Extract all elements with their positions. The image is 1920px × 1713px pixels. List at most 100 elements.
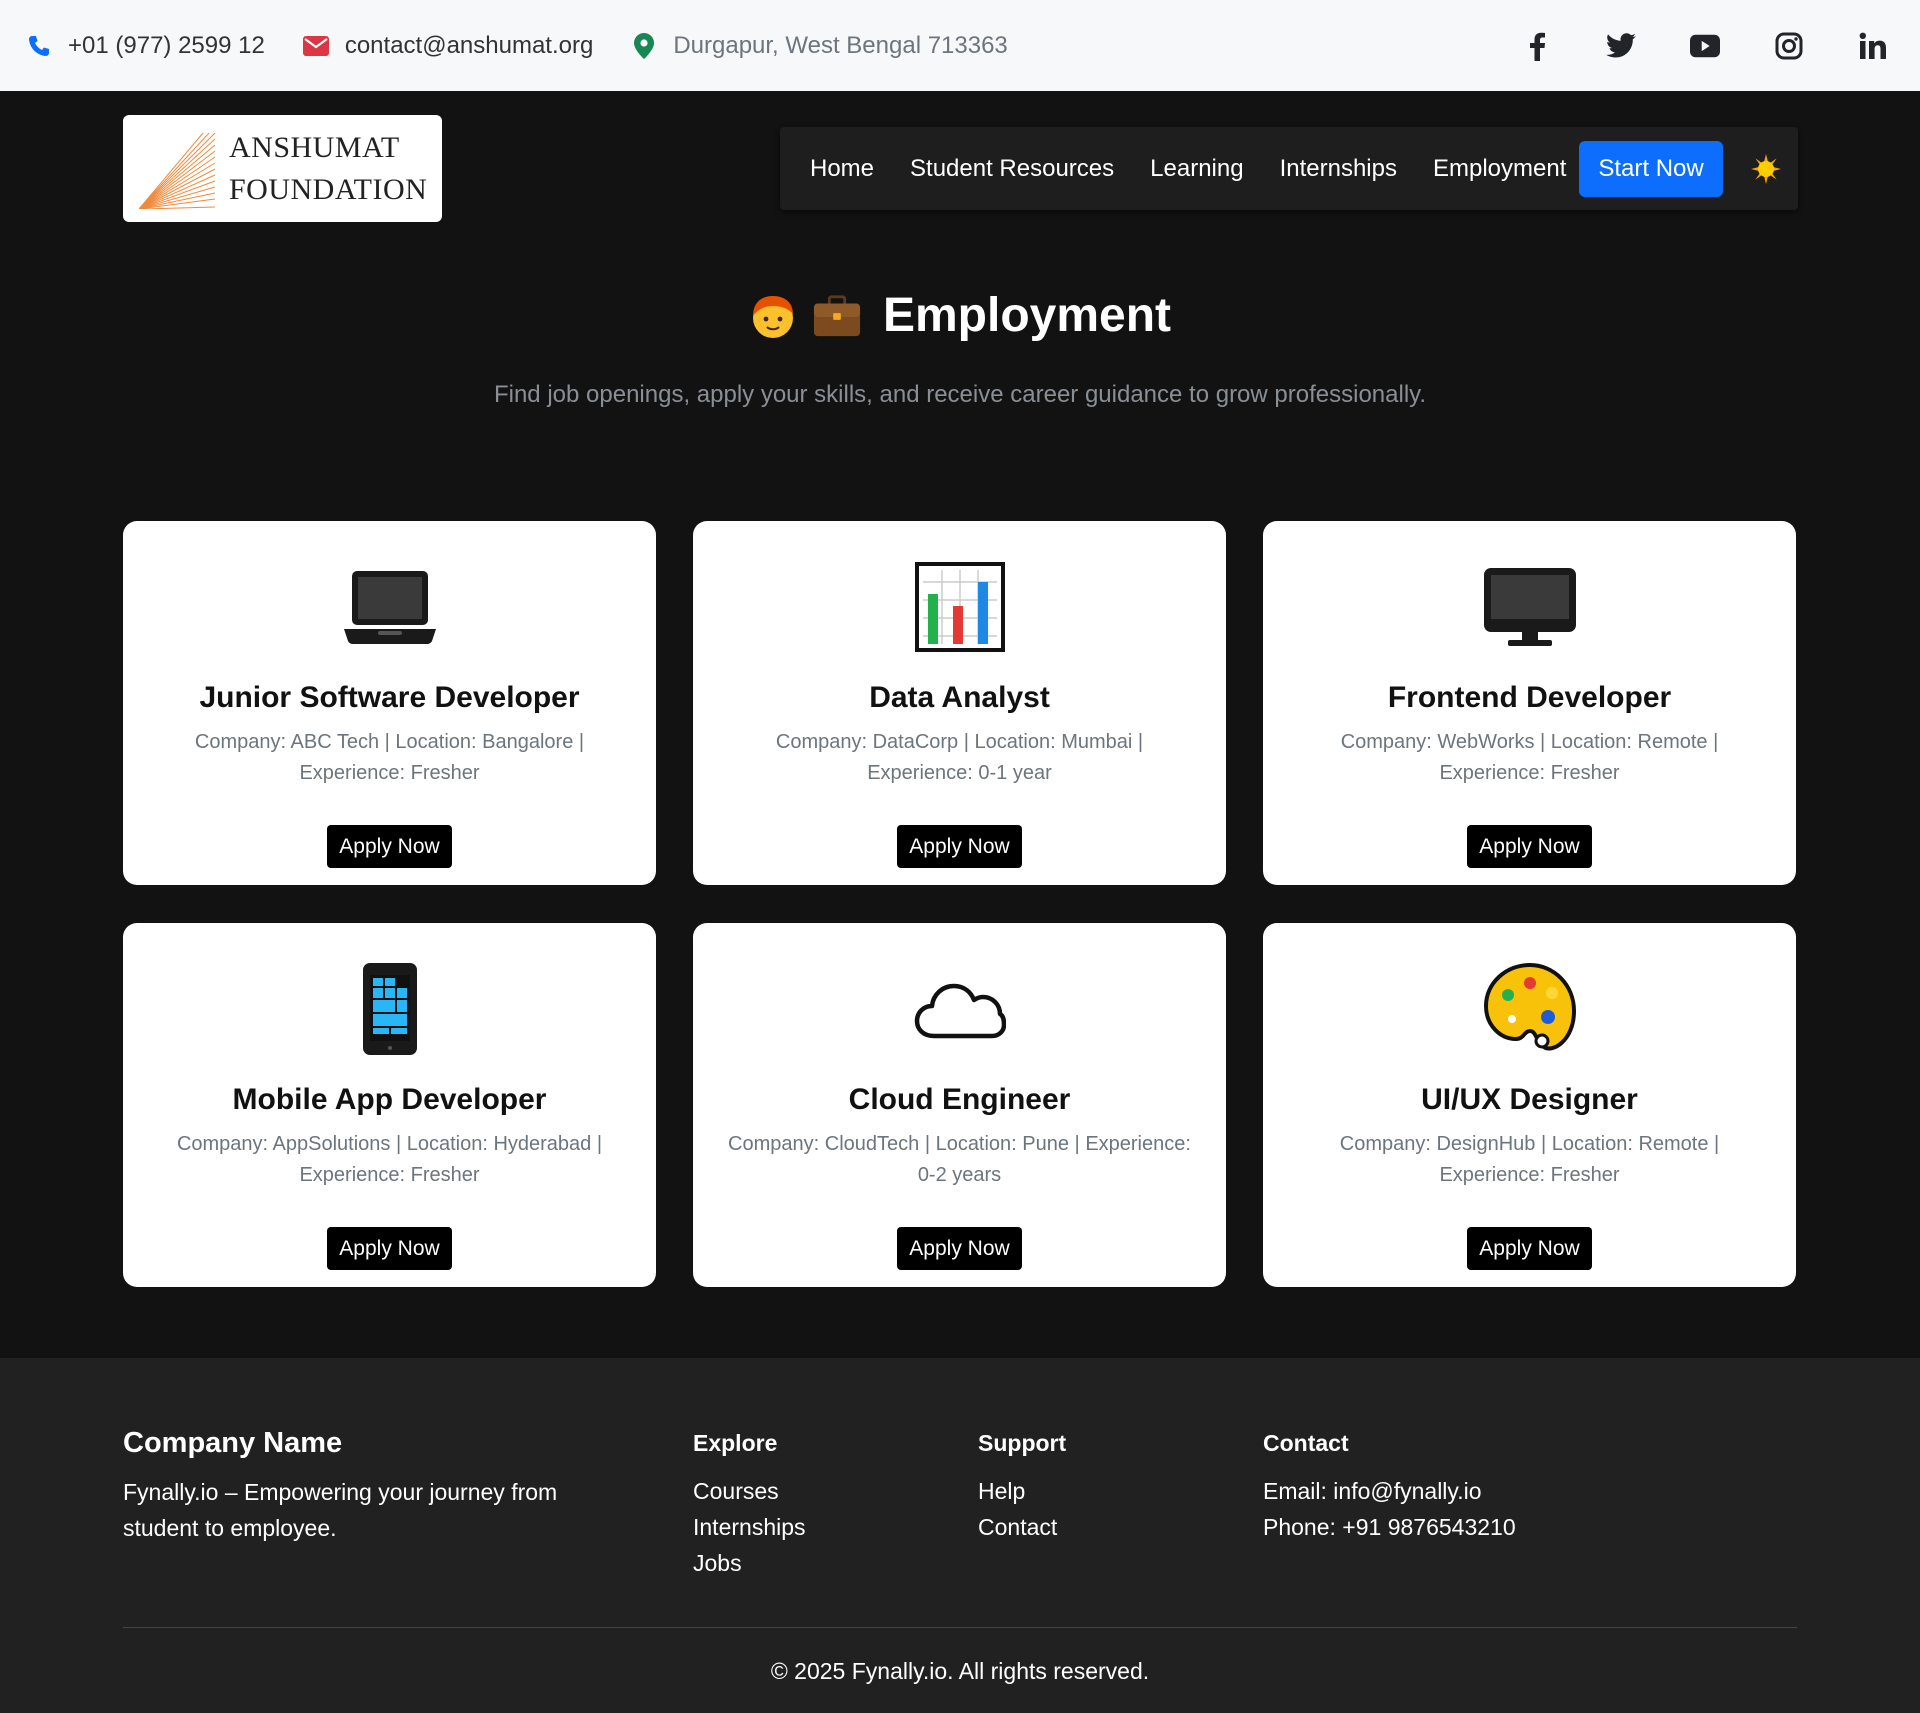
linkedin-icon[interactable]: [1858, 31, 1888, 61]
footer-link-help[interactable]: Help: [978, 1478, 1025, 1504]
phone-contact[interactable]: +01 (977) 2599 12: [26, 32, 265, 60]
apply-now-button[interactable]: Apply Now: [1467, 825, 1592, 868]
phone-number: +01 (977) 2599 12: [68, 31, 265, 59]
address-text: Durgapur, West Bengal 713363: [673, 31, 1008, 59]
footer-contact-title: Contact: [1263, 1430, 1349, 1456]
footer-link-courses[interactable]: Courses: [693, 1478, 779, 1504]
footer-divider: [123, 1627, 1797, 1628]
cloud-icon: [693, 961, 1226, 1057]
nav-learning[interactable]: Learning: [1150, 155, 1243, 183]
site-logo[interactable]: ANSHUMAT FOUNDATION: [123, 115, 442, 222]
footer-explore: Explore Courses Internships Jobs: [693, 1430, 806, 1581]
copyright-text: © 2025 Fynally.io. All rights reserved.: [770, 1658, 1150, 1684]
job-card: Junior Software Developer Company: ABC T…: [123, 521, 656, 885]
job-meta-line-2: Experience: Fresher: [299, 762, 480, 784]
job-card: UI/UX Designer Company: DesignHub | Loca…: [1263, 923, 1796, 1287]
footer-link-internships[interactable]: Internships: [693, 1514, 806, 1540]
job-meta-line-2: Experience: Fresher: [1439, 1164, 1620, 1186]
youtube-icon[interactable]: [1690, 31, 1720, 61]
job-card: Mobile App Developer Company: AppSolutio…: [123, 923, 656, 1287]
job-meta: Company: DataCorp | Location: Mumbai | E…: [725, 727, 1195, 789]
email-contact[interactable]: contact@anshumat.org: [302, 31, 594, 60]
job-card: Data Analyst Company: DataCorp | Locatio…: [693, 521, 1226, 885]
facebook-icon[interactable]: [1522, 31, 1552, 61]
job-listings: Junior Software Developer Company: ABC T…: [123, 521, 1797, 1287]
logo-text: ANSHUMAT FOUNDATION: [229, 127, 427, 211]
instagram-icon[interactable]: [1774, 31, 1804, 61]
footer-explore-title: Explore: [693, 1430, 778, 1456]
nav-home[interactable]: Home: [810, 155, 874, 183]
job-meta-line-1: Company: ABC Tech | Location: Bangalore …: [194, 731, 585, 753]
phone-icon: [26, 33, 52, 59]
footer-tagline-line-1: Fynally.io – Empowering your journey fro…: [123, 1479, 558, 1505]
nav-employment[interactable]: Employment: [1433, 155, 1566, 183]
job-meta-line-2: 0-2 years: [917, 1164, 1002, 1186]
person-emoji-icon: [749, 292, 797, 340]
page-subtitle: Find job openings, apply your skills, an…: [493, 381, 1427, 408]
job-meta-line-1: Company: AppSolutions | Location: Hydera…: [176, 1133, 603, 1155]
briefcase-emoji-icon: [813, 292, 861, 340]
job-meta-line-1: Company: DesignHub | Location: Remote |: [1339, 1133, 1720, 1155]
nav-internships[interactable]: Internships: [1280, 155, 1397, 183]
footer-support-title: Support: [978, 1430, 1067, 1456]
footer-contact: Contact Email: info@fynally.io Phone: +9…: [1263, 1430, 1516, 1545]
footer-tagline-line-2: student to employee.: [123, 1515, 337, 1541]
contact-info: +01 (977) 2599 12 contact@anshumat.org D…: [26, 32, 1008, 60]
job-title: Junior Software Developer: [199, 681, 580, 714]
page-title: Employment: [882, 289, 1172, 342]
employment-hero: Employment Find job openings, apply your…: [0, 288, 1920, 409]
job-title: Frontend Developer: [1387, 681, 1672, 714]
job-meta: Company: ABC Tech | Location: Bangalore …: [155, 727, 625, 789]
laptop-icon: [123, 559, 656, 655]
job-card: Frontend Developer Company: WebWorks | L…: [1263, 521, 1796, 885]
footer-link-jobs[interactable]: Jobs: [693, 1550, 742, 1576]
logo-line-2: FOUNDATION: [229, 172, 428, 206]
footer-contact-phone[interactable]: Phone: +91 9876543210: [1263, 1509, 1516, 1545]
hero-heading: Employment: [0, 288, 1920, 343]
footer-support: Support Help Contact: [978, 1430, 1066, 1545]
sun-icon[interactable]: [1750, 153, 1781, 184]
main-navigation: Home Student Resources Learning Internsh…: [780, 127, 1798, 210]
top-contact-bar: +01 (977) 2599 12 contact@anshumat.org D…: [0, 0, 1920, 91]
apply-now-button[interactable]: Apply Now: [327, 825, 452, 868]
site-header: ANSHUMAT FOUNDATION Home Student Resourc…: [0, 91, 1920, 276]
nav-student-resources[interactable]: Student Resources: [910, 155, 1114, 183]
apply-now-button[interactable]: Apply Now: [897, 825, 1022, 868]
bar-chart-icon: [693, 559, 1226, 655]
job-meta: Company: CloudTech | Location: Pune | Ex…: [725, 1129, 1195, 1191]
apply-now-button[interactable]: Apply Now: [1467, 1227, 1592, 1270]
job-title: Cloud Engineer: [848, 1083, 1071, 1116]
job-meta: Company: WebWorks | Location: Remote | E…: [1295, 727, 1765, 789]
envelope-icon: [302, 33, 329, 59]
site-footer: Company Name Fynally.io – Empowering you…: [0, 1358, 1920, 1713]
logo-mark-icon: [139, 132, 216, 209]
job-meta-line-2: Experience: Fresher: [299, 1164, 480, 1186]
job-meta-line-2: Experience: 0-1 year: [867, 762, 1052, 784]
job-title: UI/UX Designer: [1421, 1083, 1638, 1116]
twitter-icon[interactable]: [1606, 31, 1636, 61]
job-meta-line-2: Experience: Fresher: [1439, 762, 1620, 784]
job-card: Cloud Engineer Company: CloudTech | Loca…: [693, 923, 1226, 1287]
location-pin-icon: [631, 32, 657, 59]
email-address: contact@anshumat.org: [344, 31, 594, 59]
social-links: [1522, 31, 1894, 61]
start-now-button[interactable]: Start Now: [1579, 140, 1723, 197]
apply-now-button[interactable]: Apply Now: [897, 1227, 1022, 1270]
palette-icon: [1263, 961, 1796, 1057]
footer-brand-title: Company Name: [123, 1427, 343, 1459]
address-contact: Durgapur, West Bengal 713363: [631, 31, 1008, 60]
job-meta-line-1: Company: WebWorks | Location: Remote |: [1340, 731, 1719, 753]
job-meta-line-1: Company: DataCorp | Location: Mumbai |: [775, 731, 1144, 753]
job-meta: Company: DesignHub | Location: Remote | …: [1295, 1129, 1765, 1191]
footer-brand: Company Name Fynally.io – Empowering you…: [123, 1427, 558, 1546]
desktop-icon: [1263, 559, 1796, 655]
logo-line-1: ANSHUMAT: [229, 130, 400, 164]
mobile-phone-icon: [123, 961, 656, 1057]
footer-contact-email[interactable]: Email: info@fynally.io: [1263, 1473, 1516, 1509]
apply-now-button[interactable]: Apply Now: [327, 1227, 452, 1270]
job-title: Data Analyst: [869, 681, 1050, 714]
job-title: Mobile App Developer: [232, 1083, 547, 1116]
job-meta-line-1: Company: CloudTech | Location: Pune | Ex…: [728, 1133, 1191, 1155]
footer-link-contact[interactable]: Contact: [978, 1514, 1057, 1540]
job-meta: Company: AppSolutions | Location: Hydera…: [155, 1129, 625, 1191]
